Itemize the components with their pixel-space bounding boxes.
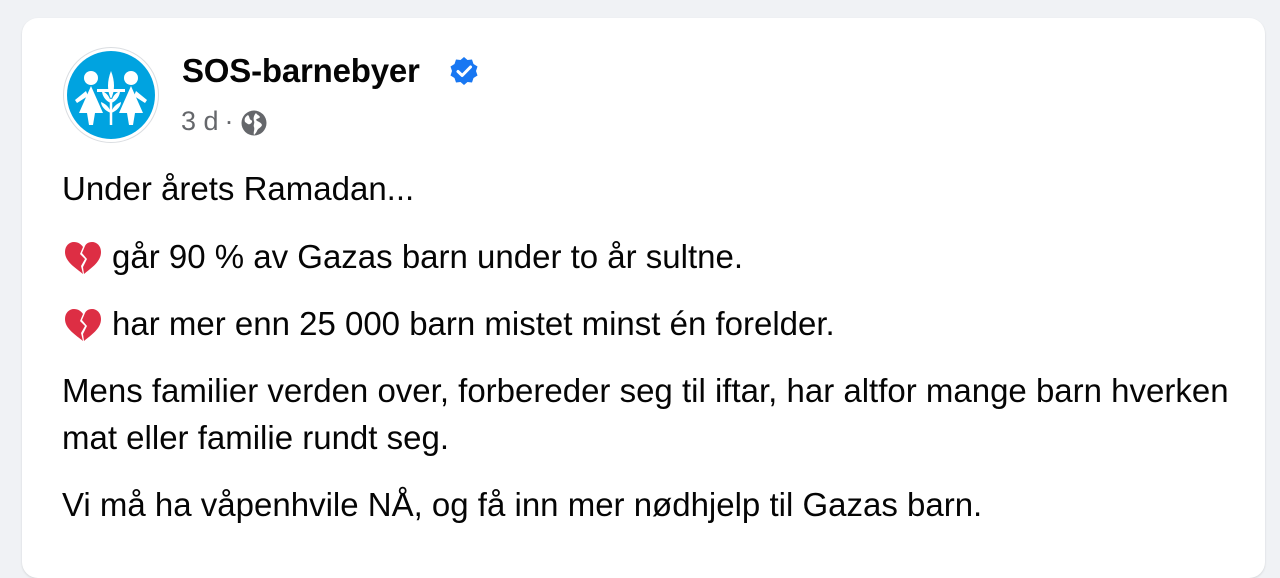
meta-separator: · bbox=[224, 106, 234, 136]
post-card: SOS-barnebyer 3 d · Under årets Ramadan.… bbox=[22, 18, 1265, 578]
sos-logo bbox=[67, 51, 155, 139]
post-paragraph-line3: Mens familier verden over, forbereder se… bbox=[62, 372, 1229, 456]
post-meta: 3 d · bbox=[181, 106, 268, 137]
broken-heart-icon bbox=[65, 242, 101, 274]
post-paragraph-intro: Under årets Ramadan... bbox=[62, 170, 415, 207]
post-paragraph-line2-text: har mer enn 25 000 barn mistet minst én … bbox=[112, 305, 835, 342]
post-paragraph-line1: går 90 % av Gazas barn under to år sultn… bbox=[62, 233, 1242, 280]
broken-heart-icon bbox=[65, 309, 101, 341]
globe-icon bbox=[241, 110, 267, 135]
post-timestamp[interactable]: 3 d bbox=[181, 106, 219, 137]
post-paragraph-line4: Vi må ha våpenhvile NÅ, og få inn mer nø… bbox=[62, 486, 983, 523]
post-paragraph-line1-text: går 90 % av Gazas barn under to år sultn… bbox=[112, 238, 744, 275]
verified-badge-icon bbox=[450, 57, 478, 85]
page-avatar[interactable] bbox=[63, 47, 159, 143]
post-paragraph-line2: har mer enn 25 000 barn mistet minst én … bbox=[62, 300, 1242, 347]
post-body: Under årets Ramadan... går 90 % av Gazas… bbox=[62, 165, 1242, 548]
page-name[interactable]: SOS-barnebyer bbox=[182, 52, 420, 90]
